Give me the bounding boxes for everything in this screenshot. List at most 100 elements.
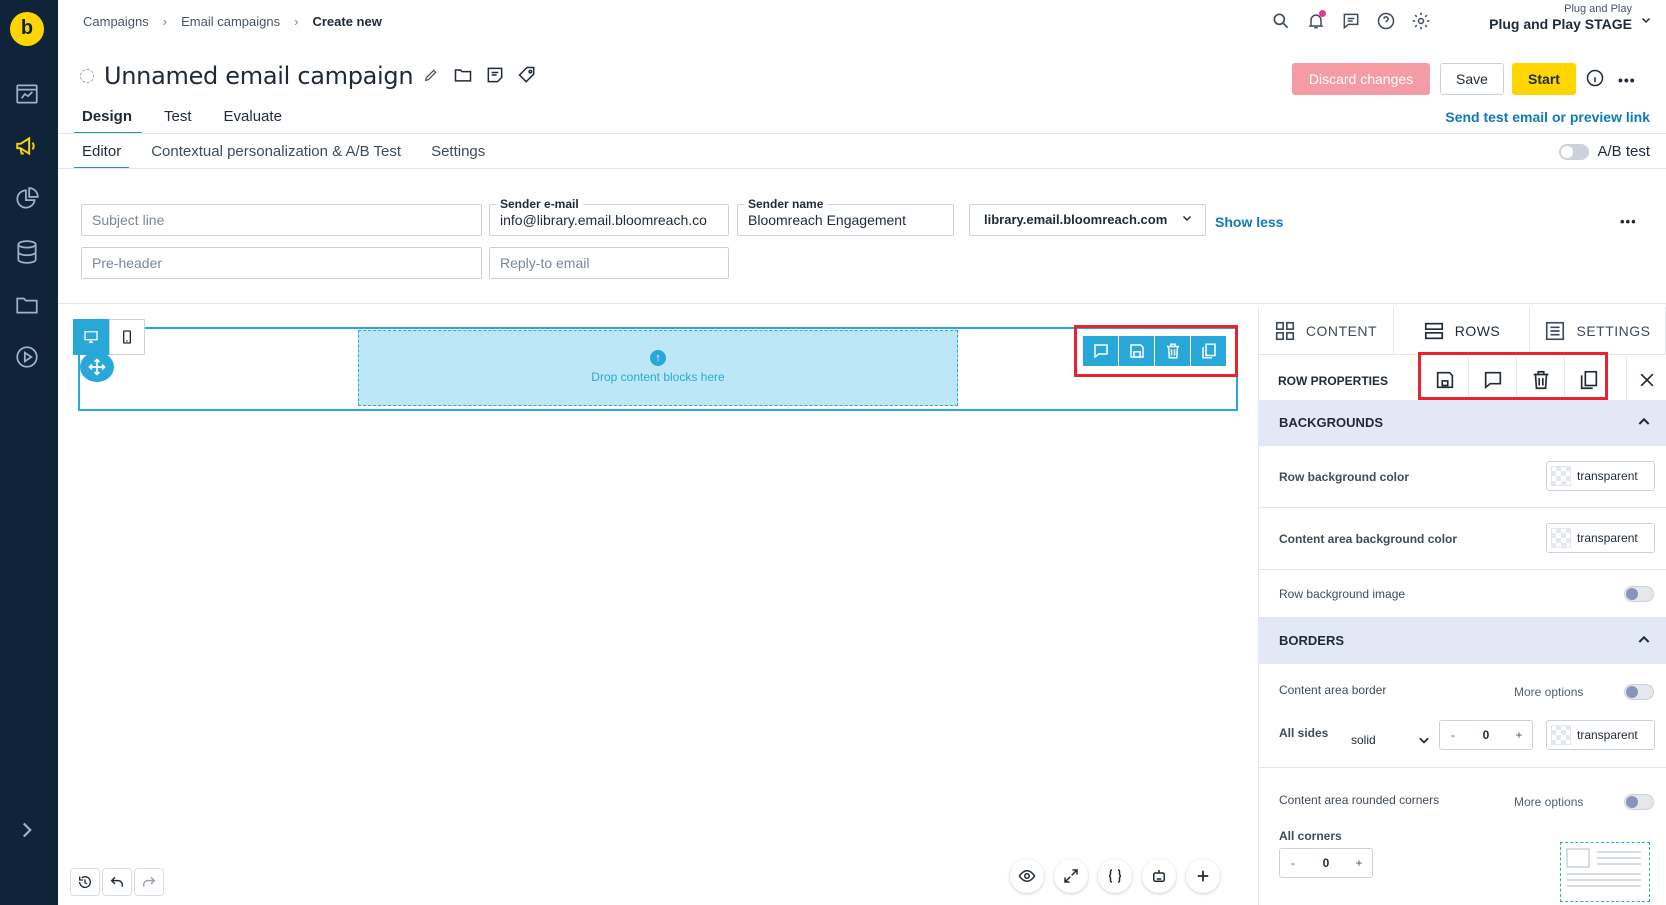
notifications-bell-icon[interactable] [1305,10,1327,32]
stepper-minus[interactable]: - [1440,721,1466,749]
panel-tab-content-label: CONTENT [1305,322,1378,339]
history-icon[interactable] [70,868,100,896]
tab-evaluate[interactable]: Evaluate [216,102,292,134]
undo-icon[interactable] [102,868,132,896]
stepper-plus[interactable]: + [1506,721,1532,749]
help-icon[interactable] [1375,10,1397,32]
mobile-view-button[interactable] [109,319,145,355]
expand-icon[interactable] [1054,859,1088,893]
highlight-box [1418,352,1608,400]
pre-header-input[interactable]: Pre-header [81,247,482,279]
corner-radius-value[interactable]: 0 [1306,849,1346,877]
content-area-border-label: Content area border [1279,683,1387,697]
border-color-value: transparent [1577,728,1638,742]
notes-icon[interactable] [485,65,505,88]
tab-settings[interactable]: Settings [423,137,493,169]
row-background-color-picker[interactable]: transparent [1546,461,1655,491]
status-dot-icon [80,69,94,83]
play-circle-icon[interactable] [13,343,41,371]
row-properties-title: ROW PROPERTIES [1278,374,1389,388]
account-switcher[interactable]: Plug and Play Plug and Play STAGE [1489,3,1632,32]
sender-email-label: Sender e-mail [496,197,583,211]
subject-line-input[interactable]: Subject line [81,204,482,236]
border-width-value[interactable]: 0 [1466,721,1506,749]
bloomreach-logo[interactable]: b [10,12,44,46]
folder-icon[interactable] [453,65,473,88]
row-background-color-value: transparent [1577,469,1638,483]
chevron-down-icon[interactable] [1640,14,1652,29]
settings-gear-icon[interactable] [1410,10,1432,32]
send-test-email-link[interactable]: Send test email or preview link [1445,109,1650,125]
start-button[interactable]: Start [1512,63,1576,95]
left-nav-rail: b [0,0,58,905]
tab-personalization[interactable]: Contextual personalization & A/B Test [143,137,409,169]
border-style-value: solid [1351,733,1376,747]
sender-domain-select[interactable]: library.email.bloomreach.com [969,204,1206,236]
chat-icon[interactable] [1340,10,1362,32]
row-background-image-toggle[interactable] [1624,586,1654,602]
content-area-background-row: Content area background color transparen… [1259,508,1666,570]
edit-title-pencil-icon[interactable] [423,67,439,86]
more-options-icon[interactable]: ••• [1620,214,1637,229]
chevron-down-icon [1417,730,1431,756]
redo-icon[interactable] [134,868,164,896]
panel-tab-rows[interactable]: ROWS [1394,307,1530,354]
ab-test-label: A/B test [1597,143,1650,160]
expand-nav-chevron-icon[interactable] [13,816,41,844]
panel-tab-rows-label: ROWS [1454,322,1501,339]
border-width-stepper[interactable]: - 0 + [1439,720,1533,750]
desktop-view-button[interactable] [73,319,109,355]
save-button[interactable]: Save [1440,63,1504,95]
close-icon[interactable] [1626,356,1666,404]
stepper-minus[interactable]: - [1280,849,1306,877]
account-org: Plug and Play [1564,3,1632,15]
panel-tab-settings[interactable]: SETTINGS [1530,307,1666,354]
breadcrumb-chevron-icon: › [294,14,299,29]
info-icon[interactable] [1585,68,1605,91]
corner-radius-stepper[interactable]: - 0 + [1279,848,1373,878]
border-more-options-toggle[interactable] [1624,684,1654,700]
move-row-handle-icon[interactable] [80,352,114,382]
transparent-swatch [1551,725,1571,745]
border-more-options-label: More options [1514,685,1584,699]
breadcrumb-campaigns[interactable]: Campaigns [83,14,149,29]
ai-robot-icon[interactable] [1142,859,1176,893]
content-area-background-label: Content area background color [1279,532,1458,546]
add-block-icon: ↑ [650,350,666,366]
dashboard-icon[interactable] [13,80,41,108]
add-plus-icon[interactable] [1186,859,1220,893]
tab-test[interactable]: Test [156,102,202,134]
content-area-border-row: Content area border More options All sid… [1259,664,1666,768]
content-area-background-picker[interactable]: transparent [1546,523,1655,553]
data-database-icon[interactable] [13,238,41,266]
panel-tab-content[interactable]: CONTENT [1258,307,1394,354]
history-controls [70,868,164,896]
panel-tab-settings-label: SETTINGS [1576,322,1651,339]
discard-changes-button[interactable]: Discard changes [1292,63,1430,95]
page-title: Unnamed email campaign [104,62,414,90]
tag-icon[interactable] [517,65,537,88]
stepper-plus[interactable]: + [1346,849,1372,877]
tab-editor[interactable]: Editor [74,137,130,169]
reply-to-email-input[interactable]: Reply-to email [489,247,729,279]
preview-eye-icon[interactable] [1010,859,1044,893]
code-braces-icon[interactable] [1098,859,1132,893]
divider [58,168,1666,169]
backgrounds-section-header[interactable]: BACKGROUNDS [1259,400,1666,446]
border-style-select[interactable]: solid [1345,727,1431,753]
show-less-link[interactable]: Show less [1215,214,1283,230]
campaigns-megaphone-icon[interactable] [13,132,41,160]
tab-design[interactable]: Design [74,102,143,134]
ab-test-toggle[interactable] [1559,143,1590,160]
borders-section-header[interactable]: BORDERS [1259,618,1666,664]
chevron-up-icon [1636,414,1652,433]
border-color-picker[interactable]: transparent [1546,720,1655,750]
analytics-pie-icon[interactable] [13,185,41,213]
breadcrumb-email-campaigns[interactable]: Email campaigns [181,14,280,29]
campaign-title-row: Unnamed email campaign [80,62,537,90]
more-options-icon[interactable]: ••• [1618,72,1636,88]
assets-folder-icon[interactable] [13,291,41,319]
search-icon[interactable] [1270,10,1292,32]
drop-zone[interactable]: ↑ Drop content blocks here [358,330,958,406]
corners-more-options-toggle[interactable] [1624,794,1654,810]
